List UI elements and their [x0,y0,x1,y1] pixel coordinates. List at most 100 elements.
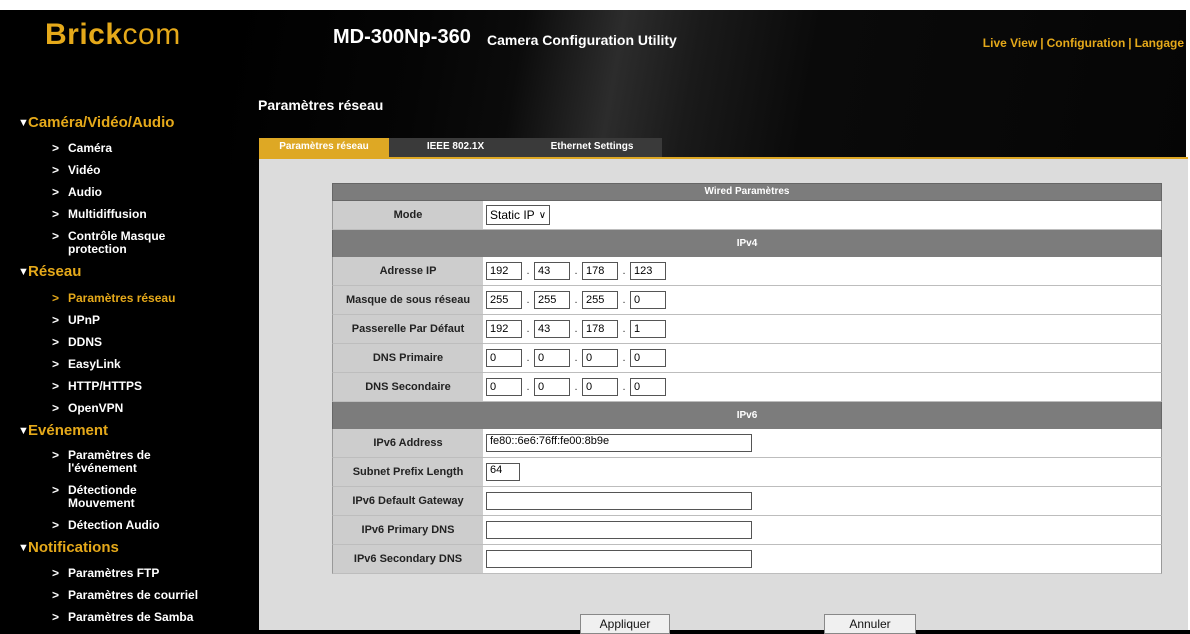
sidebar-section-event[interactable]: ▼ Evénement [0,420,230,442]
sidebar-item-email[interactable]: > Paramètres de courriel [0,589,230,602]
tab-ethernet-settings[interactable]: Ethernet Settings [522,138,662,158]
logo-light: com [122,18,181,51]
model-name: MD-300Np-360 [333,26,471,48]
primary-dns-label: DNS Primaire [333,344,483,372]
dns1-octet-field[interactable]: 0 [486,349,522,367]
chevron-right-icon: > [52,185,60,199]
chevron-right-icon: > [52,335,60,349]
ipv4-header: IPv4 [332,230,1162,257]
page-title: Paramètres réseau [258,97,384,113]
gateway-octet-field[interactable]: 192 [486,320,522,338]
sidebar-section-notifications[interactable]: ▼ Notifications [0,537,230,559]
gateway-octet-field[interactable]: 1 [630,320,666,338]
prefix-length-label: Subnet Prefix Length [333,458,483,486]
network-form: Wired Paramètres Mode Static IP ∨ IPv4 Ad… [332,183,1162,574]
ip-octet-field[interactable]: 43 [534,262,570,280]
ipv6-secondary-dns-field[interactable] [486,550,752,568]
dns1-octet-field[interactable]: 0 [582,349,618,367]
chevron-right-icon: > [52,357,60,371]
ipv6-header: IPv6 [332,402,1162,429]
sidebar-item-upnp[interactable]: > UPnP [0,314,230,327]
secondary-dns-label: DNS Secondaire [333,373,483,401]
mask-octet-field[interactable]: 255 [582,291,618,309]
ipv6-primary-dns-field[interactable] [486,521,752,539]
chevron-right-icon: > [52,610,60,624]
logo-bold: Brick [45,18,123,51]
chevron-right-icon: > [52,207,60,221]
default-gateway-row: Passerelle Par Défaut 192. 43. 178. 1 [332,315,1162,344]
sidebar-item-motion-detection[interactable]: > Détectionde Mouvement [0,484,230,510]
chevron-right-icon: > [52,483,60,497]
sidebar-item-openvpn[interactable]: > OpenVPN [0,402,230,415]
chevron-down-icon: ∨ [538,209,547,221]
sidebar-item-network-settings[interactable]: > Paramètres réseau [0,292,230,305]
ipv6-secondary-dns-row: IPv6 Secondary DNS [332,545,1162,574]
ipv6-address-row: IPv6 Address fe80::6e6:76ff:fe00:8b9e [332,429,1162,458]
top-border [0,0,1190,10]
sidebar: ▼ Caméra/Vidéo/Audio > Caméra > Vidéo > Audi… [0,112,230,624]
tab-network-settings[interactable]: Paramètres réseau [259,138,389,158]
ipv6-gateway-field[interactable] [486,492,752,510]
dns2-octet-field[interactable]: 0 [534,378,570,396]
chevron-right-icon: > [52,401,60,415]
mode-select[interactable]: Static IP ∨ [486,205,551,225]
ipv6-address-field[interactable]: fe80::6e6:76ff:fe00:8b9e [486,434,752,452]
sidebar-section-network[interactable]: ▼ Réseau [0,261,230,283]
top-navigation: Live View | Configuration | Langage [983,36,1184,50]
prefix-length-field[interactable]: 64 [486,463,520,481]
secondary-dns-row: DNS Secondaire 0. 0. 0. 0 [332,373,1162,402]
nav-configuration[interactable]: Configuration [1047,36,1126,50]
ipv6-gateway-label: IPv6 Default Gateway [333,487,483,515]
mode-label: Mode [333,201,483,229]
sidebar-item-http-https[interactable]: > HTTP/HTTPS [0,380,230,393]
dns1-octet-field[interactable]: 0 [630,349,666,367]
subnet-mask-row: Masque de sous réseau 255. 255. 255. 0 [332,286,1162,315]
dns1-octet-field[interactable]: 0 [534,349,570,367]
mask-octet-field[interactable]: 255 [534,291,570,309]
gateway-octet-field[interactable]: 178 [582,320,618,338]
mask-octet-field[interactable]: 255 [486,291,522,309]
chevron-right-icon: > [52,229,60,243]
ip-octet-field[interactable]: 123 [630,262,666,280]
sidebar-item-camera[interactable]: > Caméra [0,142,230,155]
nav-language[interactable]: Langage [1135,36,1184,50]
chevron-right-icon: > [52,163,60,177]
app-subtitle: Camera Configuration Utility [487,32,677,48]
wired-header: Wired Paramètres [332,183,1162,201]
ipv6-secondary-dns-label: IPv6 Secondary DNS [333,545,483,573]
dns2-octet-field[interactable]: 0 [630,378,666,396]
subnet-mask-label: Masque de sous réseau [333,286,483,314]
sidebar-section-camera[interactable]: ▼ Caméra/Vidéo/Audio [0,112,230,134]
nav-separator: | [1040,36,1044,50]
collapse-triangle-icon: ▼ [18,425,29,437]
collapse-triangle-icon: ▼ [18,266,29,278]
apply-button[interactable]: Appliquer [580,614,670,634]
chevron-right-icon: > [52,566,60,580]
ip-octet-field[interactable]: 178 [582,262,618,280]
chevron-right-icon: > [52,448,60,462]
sidebar-item-samba[interactable]: > Paramètres de Samba [0,611,230,624]
sidebar-item-ftp[interactable]: > Paramètres FTP [0,567,230,580]
nav-live-view[interactable]: Live View [983,36,1037,50]
sidebar-item-privacy-mask[interactable]: > Contrôle Masque protection [0,230,230,256]
brickcom-logo: Brickcom [45,18,181,52]
sidebar-item-audio-detection[interactable]: > Détection Audio [0,519,230,532]
chevron-right-icon: > [52,313,60,327]
chevron-right-icon: > [52,518,60,532]
tab-ieee-8021x[interactable]: IEEE 802.1X [389,138,522,158]
ip-octet-field[interactable]: 192 [486,262,522,280]
primary-dns-row: DNS Primaire 0. 0. 0. 0 [332,344,1162,373]
mask-octet-field[interactable]: 0 [630,291,666,309]
sidebar-item-easylink[interactable]: > EasyLink [0,358,230,371]
sidebar-item-audio[interactable]: > Audio [0,186,230,199]
dns2-octet-field[interactable]: 0 [582,378,618,396]
sidebar-item-video[interactable]: > Vidéo [0,164,230,177]
cancel-button[interactable]: Annuler [824,614,916,634]
default-gateway-label: Passerelle Par Défaut [333,315,483,343]
sidebar-item-multicast[interactable]: > Multidiffusion [0,208,230,221]
dns2-octet-field[interactable]: 0 [486,378,522,396]
sidebar-item-ddns[interactable]: > DDNS [0,336,230,349]
sidebar-item-event-settings[interactable]: > Paramètres de l'événement [0,449,230,475]
gateway-octet-field[interactable]: 43 [534,320,570,338]
chevron-right-icon: > [52,588,60,602]
